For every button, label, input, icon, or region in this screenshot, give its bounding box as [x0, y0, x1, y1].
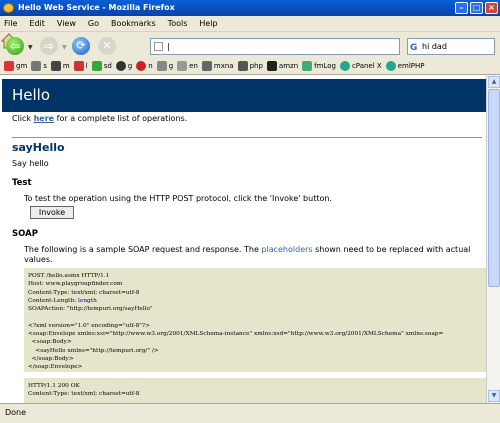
bookmark-item[interactable]: sd	[91, 61, 112, 71]
menu-go[interactable]: Go	[88, 19, 99, 28]
bookmark-item[interactable]: amzn	[266, 61, 298, 71]
bookmark-item[interactable]: cPanel X	[339, 61, 382, 71]
maximize-button[interactable]: □	[470, 2, 483, 14]
menu-bookmarks[interactable]: Bookmarks	[111, 19, 156, 28]
operations-link[interactable]: here	[34, 114, 55, 123]
bookmark-item[interactable]: n	[136, 61, 153, 71]
forward-dropdown-icon[interactable]: ▼	[62, 44, 67, 51]
navigation-toolbar: ⇦ ▼ ⇨ ▼ ⟳ ✕ | G hi dad	[0, 31, 500, 58]
scroll-up-icon[interactable]: ▲	[488, 76, 500, 88]
menu-bar: File Edit View Go Bookmarks Tools Help	[0, 16, 500, 31]
search-input[interactable]: G hi dad	[407, 38, 495, 55]
bookmark-item[interactable]: g	[115, 61, 132, 71]
back-dropdown-icon[interactable]: ▼	[28, 44, 33, 51]
operation-title: sayHello	[12, 141, 65, 154]
window-title: Hello Web Service - Mozilla Firefox	[18, 3, 175, 12]
status-text: Done	[5, 408, 27, 417]
menu-file[interactable]: File	[4, 19, 17, 28]
intro-text: Click here for a complete list of operat…	[12, 114, 188, 123]
bookmark-item[interactable]: fmLog	[302, 61, 336, 71]
google-icon: G	[410, 43, 418, 53]
soap-response-code: HTTP/1.1 200 OK Content-Type: text/xml; c…	[24, 378, 486, 403]
divider	[12, 137, 482, 138]
reload-button[interactable]: ⟳	[72, 37, 90, 55]
bookmark-item[interactable]: m	[50, 61, 70, 71]
url-input[interactable]: |	[150, 38, 400, 55]
bookmark-item[interactable]: mxna	[201, 61, 234, 71]
bookmarks-toolbar: gm s m l sd g n g en mxna php amzn fmLog…	[0, 58, 500, 75]
soap-description: The following is a sample SOAP request a…	[24, 245, 471, 264]
soap-heading: SOAP	[12, 229, 38, 239]
page-favicon-icon	[154, 42, 163, 51]
bookmark-item[interactable]: en	[177, 61, 198, 71]
bookmark-item[interactable]: g	[156, 61, 173, 71]
bookmark-item[interactable]: s	[31, 61, 47, 71]
scroll-thumb[interactable]	[488, 89, 500, 287]
menu-view[interactable]: View	[57, 19, 76, 28]
back-button[interactable]: ⇦	[6, 37, 24, 55]
firefox-icon	[3, 3, 14, 13]
scroll-down-icon[interactable]: ▼	[488, 390, 500, 402]
menu-edit[interactable]: Edit	[29, 19, 45, 28]
bookmark-item[interactable]: emlPHP	[385, 61, 424, 71]
vertical-scrollbar[interactable]: ▲ ▼	[486, 75, 500, 403]
close-button[interactable]: ×	[485, 2, 498, 14]
menu-help[interactable]: Help	[199, 19, 217, 28]
minimize-button[interactable]: –	[455, 2, 468, 14]
operation-description: Say hello	[12, 159, 49, 168]
invoke-button[interactable]: Invoke	[30, 206, 74, 219]
placeholders-link[interactable]: placeholders	[261, 245, 312, 254]
test-instructions: To test the operation using the HTTP POS…	[24, 194, 332, 203]
length-placeholder: length	[78, 297, 97, 304]
menu-tools[interactable]: Tools	[168, 19, 188, 28]
search-text: hi dad	[422, 42, 447, 51]
url-text: |	[167, 42, 170, 51]
status-bar: Done	[0, 403, 500, 423]
bookmark-item[interactable]: gm	[4, 61, 27, 71]
forward-button[interactable]: ⇨	[40, 37, 58, 55]
stop-button[interactable]: ✕	[98, 37, 116, 55]
bookmark-item[interactable]: php	[237, 61, 263, 71]
page-header: Hello	[2, 79, 486, 112]
soap-request-code: POST /hello.asmx HTTP/1.1 Host: www.playg…	[24, 268, 486, 372]
test-heading: Test	[12, 178, 32, 188]
page-content: Hello Click here for a complete list of …	[0, 75, 486, 403]
window-title-bar: Hello Web Service - Mozilla Firefox – □ …	[0, 0, 500, 16]
bookmark-item[interactable]: l	[73, 61, 88, 71]
